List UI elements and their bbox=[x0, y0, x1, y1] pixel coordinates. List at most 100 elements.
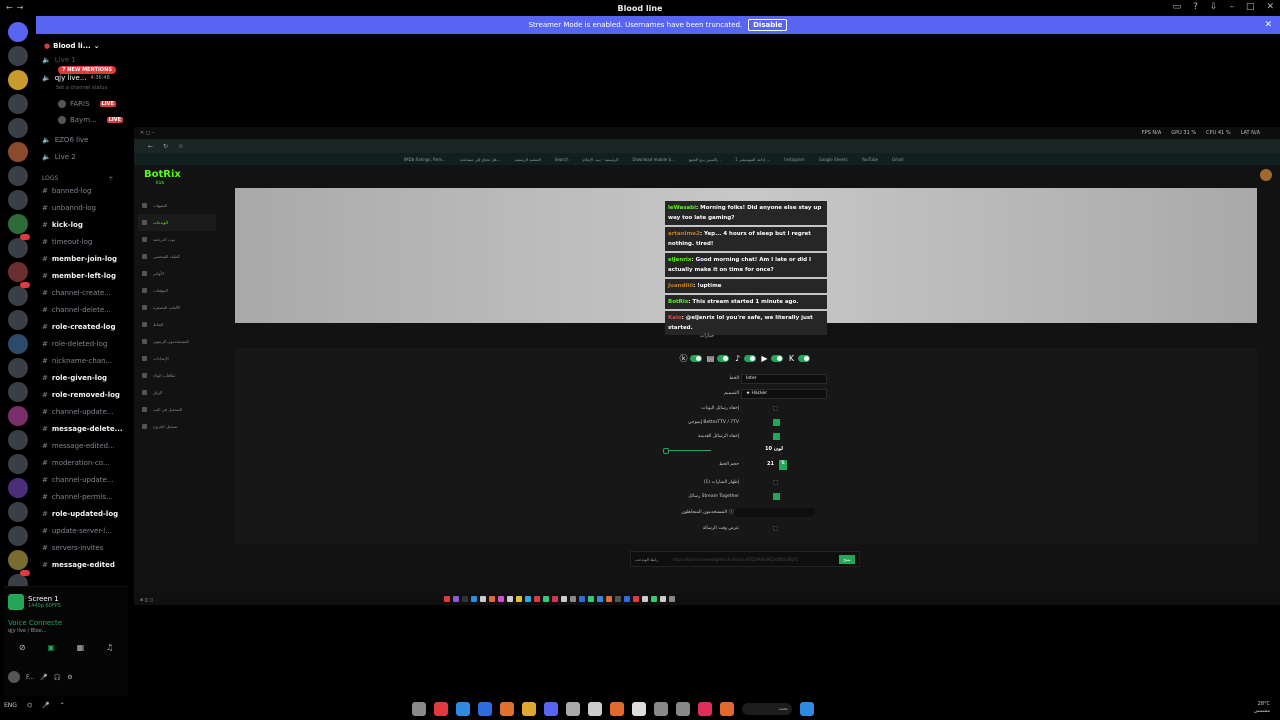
bookmark-item[interactable]: هل تحتاج إلى مساعدة... bbox=[460, 157, 501, 162]
platform-toggle[interactable]: ♪ bbox=[733, 354, 756, 363]
voice-channel[interactable]: 🔈 Live 2 bbox=[42, 153, 126, 161]
server-icon[interactable] bbox=[8, 166, 28, 186]
channel-item[interactable]: # banned-log bbox=[42, 187, 126, 195]
app-icon[interactable] bbox=[561, 596, 567, 602]
voice-channel[interactable]: 🔈 EZO6 live bbox=[42, 136, 126, 144]
start-button[interactable] bbox=[800, 702, 814, 716]
app-icon[interactable] bbox=[642, 596, 648, 602]
server-icon[interactable] bbox=[8, 454, 28, 474]
app-icon[interactable] bbox=[444, 596, 450, 602]
inbox-icon[interactable]: ▭ bbox=[1173, 2, 1182, 12]
taskbar-search[interactable]: بحث bbox=[742, 703, 792, 715]
microphone-icon[interactable]: 🎤 bbox=[42, 702, 49, 709]
app-icon[interactable] bbox=[633, 596, 639, 602]
weather-widget[interactable]: 28°C مشمس bbox=[1254, 701, 1270, 715]
app-icon[interactable] bbox=[669, 596, 675, 602]
reload-icon[interactable]: ↻ bbox=[163, 143, 168, 150]
stream-together-checkbox[interactable] bbox=[773, 493, 780, 500]
close-button[interactable]: ✕ bbox=[1266, 2, 1274, 12]
activities-icon[interactable]: ▦ bbox=[77, 643, 85, 652]
channel-item[interactable]: # message-edited... bbox=[42, 442, 126, 450]
app-icon[interactable] bbox=[525, 596, 531, 602]
nav-item[interactable]: الإعدادات bbox=[138, 350, 216, 367]
platform-toggle[interactable]: ▶ bbox=[760, 354, 783, 363]
channel-item[interactable]: # message-delete... bbox=[42, 425, 126, 433]
help-icon[interactable]: ? bbox=[1193, 2, 1198, 12]
download-icon[interactable]: ⇩ bbox=[1210, 2, 1218, 12]
channel-item[interactable]: # role-removed-log bbox=[42, 391, 126, 399]
taskbar-app-icon[interactable] bbox=[654, 702, 668, 716]
voice-connected-status[interactable]: Voice Connecte qjy live / Bloo... bbox=[8, 619, 62, 634]
channel-item[interactable]: # member-join-log bbox=[42, 255, 126, 263]
channel-item[interactable]: # kick-log bbox=[42, 221, 126, 229]
chevron-up-icon[interactable]: ⌃ bbox=[60, 702, 65, 709]
color-slider[interactable] bbox=[663, 448, 711, 454]
bookmark-item[interactable]: Download mobile b... bbox=[632, 157, 674, 162]
nav-item[interactable]: التسجيل في البث bbox=[138, 401, 216, 418]
app-icon[interactable] bbox=[597, 596, 603, 602]
bookmark-item[interactable]: Gmail bbox=[892, 157, 904, 162]
bookmark-item[interactable]: Search bbox=[555, 157, 569, 162]
app-icon[interactable] bbox=[471, 596, 477, 602]
taskbar-app-icon[interactable] bbox=[632, 702, 646, 716]
server-icon[interactable] bbox=[8, 406, 28, 426]
taskbar-app-icon[interactable] bbox=[610, 702, 624, 716]
channel-item[interactable]: # channel-update... bbox=[42, 476, 126, 484]
channel-item[interactable]: # channel-update... bbox=[42, 408, 126, 416]
ignored-users-input[interactable] bbox=[735, 508, 815, 517]
maximize-button[interactable]: □ bbox=[1246, 2, 1255, 12]
copy-url-button[interactable]: نسخ bbox=[839, 555, 855, 564]
channel-item[interactable]: # unbannd-log bbox=[42, 204, 126, 212]
channel-item[interactable]: # channel-create... bbox=[42, 289, 126, 297]
bookmark-item[interactable]: المنصة الرسمية bbox=[515, 157, 541, 162]
channel-item[interactable]: # role-deleted-log bbox=[42, 340, 126, 348]
microphone-icon[interactable]: 🎤 bbox=[40, 674, 47, 681]
nav-item[interactable]: الملف الشخصي bbox=[138, 248, 216, 265]
category-header[interactable]: LOGS + bbox=[42, 175, 126, 182]
app-icon[interactable] bbox=[507, 596, 513, 602]
bookmark-item[interactable]: YouTube bbox=[862, 157, 878, 162]
platform-toggle[interactable]: K bbox=[787, 354, 810, 363]
nav-item[interactable]: الزوار bbox=[138, 384, 216, 401]
server-icon[interactable] bbox=[8, 526, 28, 546]
bttv-checkbox[interactable] bbox=[773, 419, 780, 426]
bookmark-item[interactable]: إذاعة الموسيقى 1 ... bbox=[735, 157, 770, 162]
app-icon[interactable] bbox=[480, 596, 486, 602]
server-icon[interactable] bbox=[8, 118, 28, 138]
app-icon[interactable] bbox=[570, 596, 576, 602]
voice-channel[interactable]: 🔈 Live 1 bbox=[42, 56, 126, 64]
minimize-button[interactable]: – bbox=[1229, 2, 1234, 12]
server-icon[interactable] bbox=[8, 310, 28, 330]
nav-item[interactable]: الويدجات bbox=[138, 214, 216, 231]
nav-item[interactable]: بوت الدردشة bbox=[138, 231, 216, 248]
server-icon[interactable] bbox=[8, 358, 28, 378]
server-icon[interactable] bbox=[8, 238, 28, 258]
bookmark-item[interactable]: Google Sheets bbox=[819, 157, 848, 162]
browser-controls[interactable]: ✕ ◻ – bbox=[140, 130, 154, 136]
app-icon[interactable] bbox=[615, 596, 621, 602]
nav-item[interactable]: الأوامر bbox=[138, 265, 216, 282]
taskbar-app-icon[interactable] bbox=[698, 702, 712, 716]
channel-item[interactable]: # role-given-log bbox=[42, 374, 126, 382]
back-icon[interactable]: ← bbox=[148, 143, 153, 150]
app-icon[interactable] bbox=[498, 596, 504, 602]
nav-item[interactable]: مكافآت الولاء bbox=[138, 367, 216, 384]
language-indicator[interactable]: ENG bbox=[4, 702, 17, 709]
app-icon[interactable] bbox=[588, 596, 594, 602]
app-icon[interactable] bbox=[543, 596, 549, 602]
nav-item[interactable]: النقاط bbox=[138, 316, 216, 333]
avatar[interactable] bbox=[8, 671, 20, 683]
bookmark-item[interactable]: الرئيسية - بيت الإعلام bbox=[583, 157, 619, 162]
new-mentions-badge[interactable]: 7 NEW MENTIONS bbox=[58, 66, 116, 74]
bookmark-item[interactable]: Instagram bbox=[784, 157, 804, 162]
server-icon[interactable] bbox=[8, 382, 28, 402]
channel-item[interactable]: # channel-delete... bbox=[42, 306, 126, 314]
taskbar-app-icon[interactable] bbox=[676, 702, 690, 716]
badges-checkbox[interactable] bbox=[773, 480, 778, 485]
app-icon[interactable] bbox=[606, 596, 612, 602]
headphones-icon[interactable]: 🎧 bbox=[54, 674, 61, 681]
bookmark-item[interactable]: إكسبي برو الجمع... bbox=[689, 157, 721, 162]
server-icon[interactable] bbox=[8, 70, 28, 90]
nav-item[interactable]: الألعاب المصغرة bbox=[138, 299, 216, 316]
taskbar-app-icon[interactable] bbox=[434, 702, 448, 716]
